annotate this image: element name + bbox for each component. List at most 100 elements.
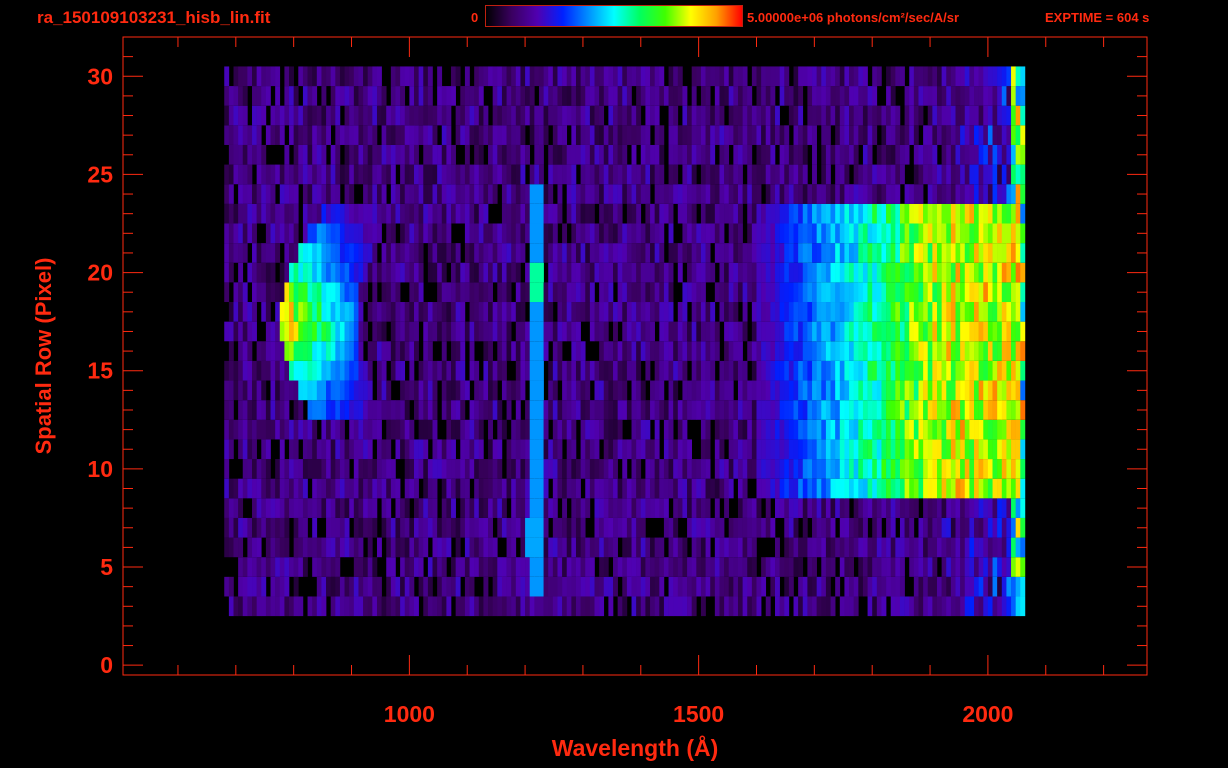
heatmap-cell bbox=[367, 360, 373, 381]
heatmap-cell bbox=[488, 498, 493, 518]
heatmap-cell bbox=[923, 302, 929, 322]
heatmap-cell bbox=[997, 243, 1003, 263]
heatmap-cell bbox=[737, 419, 743, 440]
heatmap-cell bbox=[233, 537, 239, 558]
heatmap-cell bbox=[918, 282, 924, 303]
heatmap-cell bbox=[441, 262, 447, 283]
heatmap-cell bbox=[997, 380, 1003, 401]
heatmap-cell bbox=[543, 459, 549, 479]
heatmap-cell bbox=[807, 439, 813, 460]
heatmap-cell bbox=[363, 439, 369, 460]
heatmap-cell bbox=[747, 517, 753, 538]
heatmap-cell bbox=[585, 262, 591, 283]
heatmap-cell bbox=[654, 66, 660, 87]
heatmap-cell bbox=[862, 419, 868, 440]
heatmap-cell bbox=[909, 86, 915, 106]
heatmap-cell bbox=[881, 341, 887, 361]
heatmap-cell bbox=[987, 203, 993, 224]
heatmap-cell bbox=[765, 439, 771, 460]
heatmap-cell bbox=[302, 498, 308, 518]
heatmap-cell bbox=[335, 86, 341, 106]
heatmap-cell bbox=[252, 203, 257, 224]
heatmap-cell bbox=[849, 537, 854, 558]
heatmap-cell bbox=[964, 321, 970, 342]
heatmap-cell bbox=[599, 86, 605, 106]
heatmap-cell bbox=[964, 144, 970, 165]
heatmap-cell bbox=[932, 125, 938, 145]
heatmap-cell bbox=[867, 184, 873, 204]
heatmap-cell bbox=[585, 184, 591, 204]
heatmap-cell bbox=[548, 184, 554, 204]
heatmap-cell bbox=[548, 66, 554, 87]
heatmap-cell bbox=[1006, 243, 1012, 263]
heatmap-cell bbox=[1020, 537, 1026, 558]
heatmap-cell bbox=[446, 164, 452, 185]
heatmap-cell bbox=[677, 184, 683, 204]
heatmap-cell bbox=[238, 498, 244, 518]
heatmap-cell bbox=[775, 459, 780, 479]
heatmap-cell bbox=[441, 282, 447, 303]
heatmap-cell bbox=[825, 537, 831, 558]
heatmap-cell bbox=[705, 498, 711, 518]
heatmap-cell bbox=[460, 419, 466, 440]
heatmap-cell bbox=[821, 282, 827, 303]
heatmap-cell bbox=[779, 380, 785, 401]
heatmap-cell bbox=[543, 203, 549, 224]
heatmap-cell bbox=[844, 125, 850, 145]
heatmap-cell bbox=[862, 125, 868, 145]
heatmap-cell bbox=[316, 105, 322, 126]
heatmap-cell bbox=[927, 321, 933, 342]
heatmap-cell bbox=[1001, 537, 1007, 558]
heatmap-cell bbox=[964, 302, 970, 322]
heatmap-cell bbox=[645, 66, 651, 87]
heatmap-cell bbox=[599, 125, 605, 145]
heatmap-cell bbox=[728, 478, 734, 499]
heatmap-cell bbox=[585, 164, 591, 185]
heatmap-cell bbox=[927, 360, 933, 381]
heatmap-cell bbox=[335, 66, 341, 87]
heatmap-cell bbox=[728, 302, 734, 322]
heatmap-cell bbox=[427, 341, 433, 361]
heatmap-cell bbox=[608, 576, 614, 597]
heatmap-cell bbox=[946, 459, 952, 479]
heatmap-cell bbox=[580, 537, 586, 558]
heatmap-cell bbox=[376, 360, 382, 381]
heatmap-cell bbox=[228, 498, 234, 518]
y-tick-label: 0 bbox=[100, 652, 113, 678]
heatmap-cell bbox=[964, 419, 970, 440]
heatmap-cell bbox=[409, 144, 415, 165]
heatmap-cell bbox=[932, 321, 938, 342]
heatmap-cell bbox=[409, 419, 415, 440]
heatmap-cell bbox=[909, 223, 915, 244]
heatmap-cell bbox=[886, 537, 892, 558]
heatmap-cell bbox=[849, 400, 854, 420]
heatmap-cell bbox=[511, 164, 517, 185]
heatmap-cell bbox=[363, 125, 369, 145]
heatmap-cell bbox=[830, 596, 836, 617]
heatmap-cell bbox=[950, 459, 956, 479]
heatmap-cell bbox=[932, 302, 938, 322]
heatmap-cell bbox=[932, 400, 938, 420]
heatmap-cell bbox=[525, 223, 531, 244]
heatmap-cell bbox=[645, 459, 651, 479]
heatmap-cell bbox=[960, 184, 966, 204]
heatmap-cell bbox=[575, 86, 581, 106]
heatmap-cell bbox=[418, 125, 424, 145]
heatmap-cell bbox=[974, 400, 979, 420]
heatmap-cell bbox=[881, 498, 887, 518]
heatmap-cell bbox=[256, 419, 262, 440]
heatmap-cell bbox=[793, 537, 799, 558]
heatmap-cell bbox=[520, 86, 526, 106]
heatmap-cell bbox=[330, 223, 336, 244]
heatmap-cell bbox=[247, 380, 253, 401]
heatmap-cell bbox=[469, 360, 475, 381]
heatmap-cell bbox=[552, 380, 558, 401]
heatmap-cell bbox=[835, 302, 841, 322]
heatmap-cell bbox=[501, 203, 507, 224]
heatmap-cell bbox=[441, 105, 447, 126]
heatmap-cell bbox=[242, 125, 248, 145]
heatmap-cell bbox=[534, 419, 540, 440]
heatmap-cell bbox=[714, 66, 720, 87]
heatmap-cell bbox=[404, 517, 410, 538]
heatmap-cell bbox=[474, 596, 480, 617]
